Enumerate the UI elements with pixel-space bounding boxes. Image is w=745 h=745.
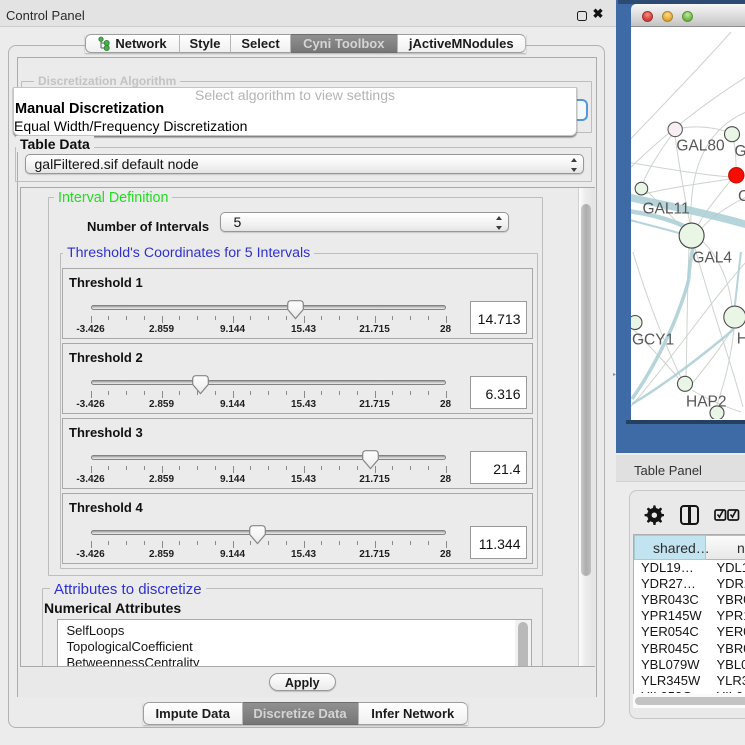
svg-text:GA: GA — [734, 143, 745, 160]
svg-text:HAP2: HAP2 — [686, 394, 727, 411]
svg-text:H: H — [736, 331, 745, 348]
svg-text:GAL11: GAL11 — [642, 201, 689, 218]
svg-text:GAL4: GAL4 — [692, 250, 732, 267]
svg-text:GCY1: GCY1 — [632, 332, 674, 349]
svg-text:GAL80: GAL80 — [676, 138, 725, 155]
svg-text:C: C — [738, 188, 745, 205]
